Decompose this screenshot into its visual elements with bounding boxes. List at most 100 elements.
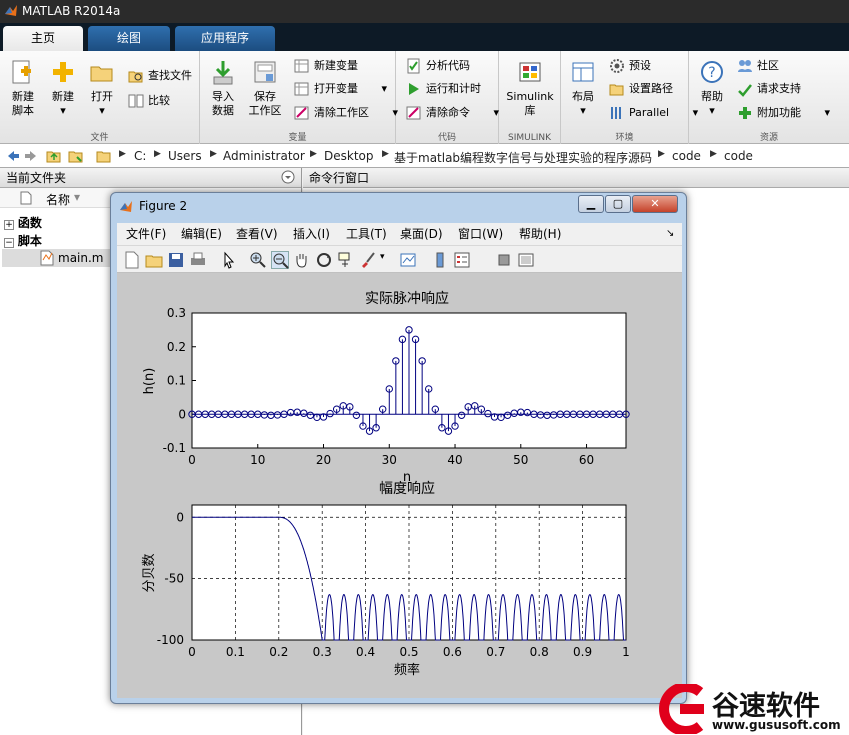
y-tick-label: 0.2: [167, 340, 186, 354]
menu-item-insert[interactable]: 插入(I): [293, 223, 330, 245]
dock-arrow-icon[interactable]: ↘: [666, 223, 674, 245]
pan-hand-icon[interactable]: [293, 251, 311, 269]
run-and-time-button[interactable]: 运行和计时: [406, 79, 481, 99]
up-folder-icon[interactable]: [46, 148, 62, 167]
address-bar[interactable]: ▶ C: ▶ Users ▶ Administrator ▶ Desktop ▶…: [0, 144, 849, 168]
forward-arrow-icon[interactable]: [24, 148, 40, 167]
open-variable-button[interactable]: 打开变量 ▾: [294, 79, 387, 99]
run-and-time-icon: [409, 83, 419, 95]
brush-dropdown-icon[interactable]: ▾: [380, 252, 385, 262]
help-icon: ?: [701, 61, 723, 83]
maximize-icon: ▢: [612, 197, 624, 210]
x-tick-label: 0.2: [269, 645, 288, 659]
new-button[interactable]: 新建 ▾: [44, 59, 82, 118]
maximize-button[interactable]: ▢: [605, 195, 631, 213]
x-tick-label: 0.8: [530, 645, 549, 659]
clear-workspace-icon: [294, 106, 309, 120]
brush-icon[interactable]: [359, 251, 377, 269]
breadcrumb-item[interactable]: Administrator: [223, 149, 305, 163]
layout-button[interactable]: 布局 ▾: [564, 59, 602, 118]
menu-item-edit[interactable]: 编辑(E): [181, 223, 222, 245]
menu-item-view[interactable]: 查看(V): [236, 223, 278, 245]
section-label-resources: 资源: [759, 133, 778, 143]
breadcrumb-item[interactable]: Desktop: [324, 149, 374, 163]
simulink-library-button[interactable]: Simulink 库: [503, 59, 557, 118]
minimize-button[interactable]: ▁: [578, 195, 604, 213]
x-tick-label: 20: [316, 453, 331, 467]
find-files-button[interactable]: 查找文件: [128, 66, 192, 86]
zoom-out-icon[interactable]: [271, 251, 289, 269]
rotate-3d-icon[interactable]: [315, 251, 333, 269]
community-button[interactable]: 社区: [737, 56, 779, 76]
print-icon[interactable]: [189, 251, 207, 269]
collapse-toggle[interactable]: −: [4, 238, 14, 248]
x-tick-label: 60: [579, 453, 594, 467]
open-button[interactable]: 打开 ▾: [83, 59, 121, 118]
import-data-icon: [213, 61, 233, 85]
menu-item-tools[interactable]: 工具(T): [346, 223, 387, 245]
menu-item-file[interactable]: 文件(F): [126, 223, 166, 245]
pane-menu-icon[interactable]: [281, 170, 295, 190]
new-variable-icon: [294, 59, 309, 73]
tab-apps[interactable]: 应用程序: [175, 26, 275, 51]
plus-icon: [53, 62, 73, 82]
set-path-button[interactable]: 设置路径: [609, 79, 673, 99]
tab-plots[interactable]: 绘图: [88, 26, 170, 51]
add-ons-button[interactable]: 附加功能 ▾: [737, 103, 830, 123]
menu-item-desktop[interactable]: 桌面(D): [400, 223, 443, 245]
tree-group-functions[interactable]: + 函数: [4, 214, 42, 231]
figure-window[interactable]: Figure 2 ▁ ▢ ✕ 文件(F) 编辑(E) 查看(V) 插入(I) 工…: [110, 192, 687, 704]
link-plot-icon[interactable]: [399, 251, 417, 269]
parallel-button[interactable]: Parallel ▾: [609, 103, 698, 123]
pointer-icon[interactable]: [220, 251, 238, 269]
breadcrumb-separator: ▶: [154, 149, 161, 159]
matlab-figure-icon: [119, 200, 133, 217]
menu-item-help[interactable]: 帮助(H): [519, 223, 561, 245]
import-data-button[interactable]: 导入 数据: [204, 59, 242, 118]
breadcrumb-item[interactable]: code: [724, 149, 753, 163]
column-name-header[interactable]: 名称: [46, 191, 70, 208]
menu-item-window[interactable]: 窗口(W): [458, 223, 503, 245]
tree-group-scripts[interactable]: − 脚本: [4, 232, 42, 249]
breadcrumb-item[interactable]: 基于matlab编程数字信号与处理实验的程序源码: [394, 149, 652, 166]
compare-button[interactable]: 比较: [128, 91, 170, 111]
request-support-button[interactable]: 请求支持: [737, 79, 801, 99]
breadcrumb-item[interactable]: code: [672, 149, 701, 163]
magnitude-plot-ylabel: 分贝数: [142, 553, 157, 592]
close-button[interactable]: ✕: [632, 195, 678, 213]
save-icon[interactable]: [167, 251, 185, 269]
breadcrumb-item[interactable]: C:: [134, 149, 146, 163]
command-window-header: 命令行窗口: [303, 168, 849, 188]
figure-toolbar: ▾: [117, 245, 682, 273]
new-figure-icon[interactable]: [123, 251, 141, 269]
hide-plot-tools-icon[interactable]: [495, 251, 513, 269]
figure-plot-area[interactable]: 实际脉冲响应 0 10 20 30 40 50 60 -0.1 0 0.1 0.2 0.3 n h(n…: [117, 273, 682, 698]
analyze-code-icon: [407, 58, 420, 74]
help-button[interactable]: ? 帮助 ▾: [693, 59, 731, 118]
new-script-icon: [12, 60, 31, 84]
data-cursor-icon[interactable]: [337, 251, 355, 269]
gususoft-logo-icon: [654, 682, 708, 735]
expand-toggle[interactable]: +: [4, 220, 14, 230]
new-script-button[interactable]: 新建 脚本: [4, 59, 42, 118]
preferences-button[interactable]: 预设: [609, 56, 651, 76]
legend-icon[interactable]: [453, 251, 471, 269]
new-variable-button[interactable]: 新建变量: [294, 56, 358, 76]
browse-folder-icon[interactable]: [68, 148, 84, 167]
open-file-icon[interactable]: [145, 251, 163, 269]
save-workspace-button[interactable]: 保存 工作区: [246, 59, 284, 118]
tab-home[interactable]: 主页: [3, 26, 83, 51]
magnitude-plot-xlabel: 频率: [394, 662, 420, 678]
compare-icon: [128, 94, 144, 108]
analyze-code-button[interactable]: 分析代码: [406, 56, 470, 76]
clear-commands-button[interactable]: 清除命令 ▾: [406, 103, 499, 123]
clear-workspace-button[interactable]: 清除工作区 ▾: [294, 103, 398, 123]
zoom-in-icon[interactable]: [249, 251, 267, 269]
magnitude-response-plot: 幅度响应 0 0.1 0.2 0.3 0.4 0.5 0.6 0.7 0.8 0.9 1 -100 -5…: [142, 480, 630, 678]
sort-down-icon[interactable]: ▾: [74, 190, 80, 204]
breadcrumb-item[interactable]: Users: [168, 149, 202, 163]
support-icon: [738, 84, 752, 97]
show-plot-tools-icon[interactable]: [517, 251, 535, 269]
colorbar-icon[interactable]: [431, 251, 449, 269]
back-arrow-icon[interactable]: [4, 148, 20, 167]
